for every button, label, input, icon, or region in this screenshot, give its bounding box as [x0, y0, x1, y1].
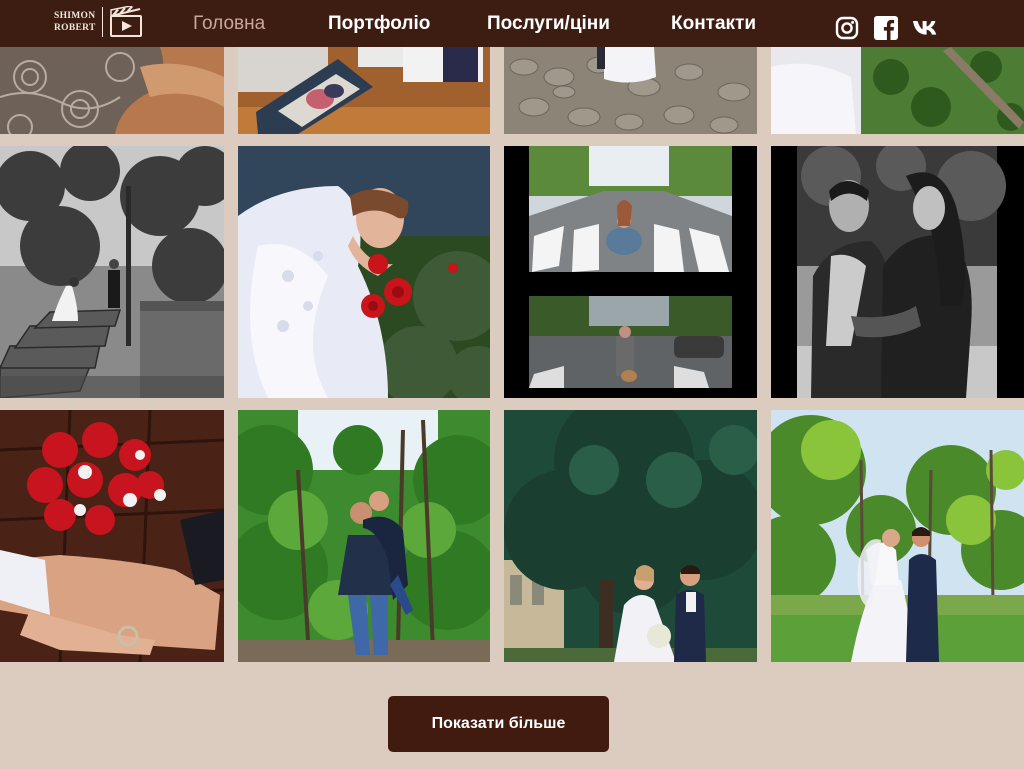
- gallery-photo-3[interactable]: [504, 47, 757, 134]
- photo-couple-in-park: [771, 410, 1024, 662]
- nav-contacts[interactable]: Контакти: [671, 13, 756, 35]
- photo-album: [238, 47, 490, 134]
- brand-logo[interactable]: SHIMON ROBERT: [54, 5, 143, 39]
- vk-icon[interactable]: [912, 16, 942, 40]
- photo-bride-by-pine: [771, 47, 1024, 134]
- nav-services-prices[interactable]: Послуги/ціни: [487, 13, 610, 35]
- nav-portfolio[interactable]: Портфоліо: [328, 13, 430, 35]
- gallery-photo-10[interactable]: [238, 410, 490, 662]
- nav-home[interactable]: Головна: [193, 13, 265, 35]
- gallery-photo-7[interactable]: [504, 146, 757, 398]
- photo-couple-embracing-bw: [771, 146, 1024, 398]
- photo-couple-piggyback-forest: [238, 410, 490, 662]
- gallery-photo-9[interactable]: [0, 410, 224, 662]
- photo-woman-on-crosswalk-collage: [504, 146, 757, 398]
- instagram-icon[interactable]: [835, 16, 859, 40]
- show-more-button[interactable]: Показати більше: [388, 696, 609, 752]
- clapperboard-icon: [109, 6, 142, 37]
- gallery-photo-2[interactable]: [238, 47, 490, 134]
- logo-line-2: ROBERT: [54, 23, 96, 33]
- logo-text: SHIMON ROBERT: [54, 10, 96, 34]
- logo-divider: [101, 7, 103, 37]
- photo-bride-smelling-roses: [238, 146, 490, 398]
- gallery-photo-6[interactable]: [238, 146, 490, 398]
- gallery-photo-8[interactable]: [771, 146, 1024, 398]
- photo-couple-on-stone-stairs-bw: [0, 146, 224, 398]
- photo-bride-on-cobblestones: [504, 47, 757, 134]
- photo-bouquet-and-rings: [0, 410, 224, 662]
- photo-lace-fabric: [0, 47, 224, 134]
- top-navbar: SHIMON ROBERT Головна Портфоліо Послуги/…: [0, 0, 1024, 47]
- logo-line-1: SHIMON: [54, 11, 96, 21]
- gallery-photo-5[interactable]: [0, 146, 224, 398]
- gallery-photo-4[interactable]: [771, 47, 1024, 134]
- gallery-photo-11[interactable]: [504, 410, 757, 662]
- photo-couple-under-fir-tree: [504, 410, 757, 662]
- facebook-icon[interactable]: [874, 16, 898, 40]
- gallery-photo-12[interactable]: [771, 410, 1024, 662]
- gallery-photo-1[interactable]: [0, 47, 224, 134]
